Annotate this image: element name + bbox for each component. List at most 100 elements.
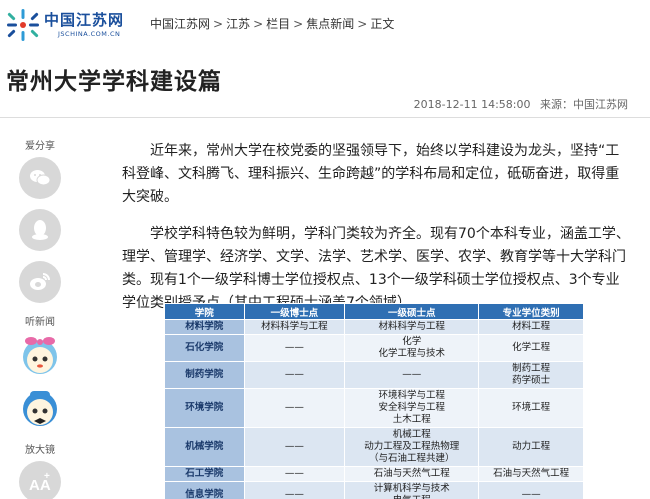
table-cell-master-line: 动力工程及工程热物理 [364, 441, 460, 452]
table-cell-college: 石工学院 [164, 466, 245, 482]
table-cell-college: 信息学院 [164, 481, 245, 499]
table-cell-phd: —— [243, 361, 346, 389]
table-cell-phd-line: —— [284, 402, 304, 413]
table-cell-college-line: 材料学院 [185, 321, 224, 332]
table-cell-master-line: 化学工程与技术 [378, 348, 445, 359]
table-cell-prof-line: 环境工程 [512, 402, 551, 413]
female-avatar-icon [23, 337, 57, 374]
breadcrumb-home[interactable]: 中国江苏网 [150, 17, 210, 31]
breadcrumb-column[interactable]: 栏目 [266, 17, 290, 31]
table-cell-master-line: 计算机科学与技术 [373, 483, 450, 494]
table-row: 材料学院 材料科学与工程 材料科学与工程 材料工程 [164, 319, 584, 335]
table-cell-master-line: （与石油工程共建） [368, 453, 455, 464]
breadcrumb: 中国江苏网 > 江苏 > 栏目 > 焦点新闻 > 正文 [150, 17, 395, 31]
table-cell-prof-line: 化学工程 [512, 342, 551, 353]
table-cell-master-line: 土木工程 [392, 414, 431, 425]
table-cell-prof-line: —— [521, 489, 541, 499]
table-cell-college-line: 环境学院 [185, 402, 224, 413]
table-cell-phd: —— [243, 334, 346, 362]
discipline-table: 学院 一级博士点 一级硕士点 专业学位类别 材料学院 材料科学与工程 材料科学与工程… [164, 303, 584, 499]
listen-male-voice-button[interactable] [18, 387, 62, 431]
share-sidebar: 爱分享 听新闻 放大镜 AA + [12, 135, 68, 499]
breadcrumb-focus-news[interactable]: 焦点新闻 [306, 17, 354, 31]
table-row: 石工学院 —— 石油与天然气工程 石油与天然气工程 [164, 466, 584, 482]
wechat-share-button[interactable] [19, 157, 61, 199]
title-divider [0, 117, 650, 118]
table-row: 制药学院 —— —— 制药工程 药学硕士 [164, 361, 584, 389]
table-row: 石化学院 —— 化学 化学工程与技术 化学工程 [164, 334, 584, 362]
breadcrumb-jiangsu[interactable]: 江苏 [226, 17, 250, 31]
table-cell-college: 环境学院 [164, 388, 245, 428]
logo-text: 中国江苏网 [44, 11, 125, 29]
table-cell-phd: —— [243, 388, 346, 428]
table-cell-prof-line: 动力工程 [512, 441, 551, 452]
table-cell-master: 材料科学与工程 [344, 319, 480, 335]
table-cell-phd: —— [243, 427, 346, 467]
svg-text:+: + [44, 471, 50, 482]
table-cell-prof: 制药工程 药学硕士 [478, 361, 584, 389]
table-cell-phd: —— [243, 466, 346, 482]
table-cell-prof: 环境工程 [478, 388, 584, 428]
table-cell-master: 环境科学与工程 安全科学与工程 土木工程 [344, 388, 480, 428]
table-cell-phd-line: —— [284, 489, 304, 499]
weibo-share-button[interactable] [19, 261, 61, 303]
table-cell-college-line: 石化学院 [185, 342, 224, 353]
article-body: 近年来，常州大学在校党委的坚强领导下，始终以学科建设为龙头，坚持“工科登峰、文科… [122, 140, 632, 329]
male-avatar-icon [23, 391, 57, 426]
table-cell-master-line: 机械工程 [392, 429, 431, 440]
article-datetime: 2018-12-11 14:58:00 [413, 98, 531, 111]
logo-mark-icon [7, 9, 39, 41]
table-cell-college-line: 石工学院 [185, 468, 224, 479]
table-row: 环境学院 —— 环境科学与工程 安全科学与工程 土木工程 环境工程 [164, 388, 584, 428]
table-cell-prof: 动力工程 [478, 427, 584, 467]
table-cell-master-line: —— [402, 369, 422, 380]
table-cell-master: 计算机科学与技术电气工程 [344, 481, 480, 499]
table-cell-prof: 化学工程 [478, 334, 584, 362]
table-cell-master-line: 电气工程 [347, 495, 476, 499]
table-cell-phd-line: —— [284, 342, 304, 353]
site-logo[interactable]: 中国江苏网 JSCHINA.COM.CN [6, 6, 136, 44]
table-cell-prof-line: 材料工程 [512, 321, 551, 332]
table-cell-phd-line: —— [284, 441, 304, 452]
article-title: 常州大学学科建设篇 [6, 69, 222, 95]
table-cell-master: 化学 化学工程与技术 [344, 334, 480, 362]
breadcrumb-current: 正文 [370, 17, 395, 31]
weibo-icon [30, 273, 50, 290]
article-paragraph: 学校学科特色较为鲜明，学科门类较为齐全。现有70个本科专业，涵盖工学、理学、管理… [122, 226, 630, 311]
wechat-icon [30, 170, 51, 186]
table-cell-prof-line: 药学硕士 [512, 375, 551, 386]
table-cell-master-line: 石油与天然气工程 [373, 468, 450, 479]
qq-share-button[interactable] [19, 209, 61, 251]
table-row: 信息学院 —— 计算机科学与技术电气工程 —— [164, 481, 584, 499]
table-header-prof: 专业学位类别 [478, 303, 584, 320]
table-cell-master-line: 环境科学与工程 [378, 390, 445, 401]
table-cell-college: 机械学院 [164, 427, 245, 467]
table-cell-college: 材料学院 [164, 319, 245, 335]
table-cell-college-line: 信息学院 [185, 489, 224, 499]
table-cell-prof-line: 制药工程 [512, 363, 551, 374]
font-size-label: 放大镜 [25, 445, 55, 456]
table-cell-phd-line: —— [284, 468, 304, 479]
article-meta: 2018-12-11 14:58:00 来源：中国江苏网 [408, 96, 628, 112]
article-source: 来源：中国江苏网 [540, 98, 628, 111]
table-cell-master: 石油与天然气工程 [344, 466, 480, 482]
table-header-master: 一级硕士点 [344, 303, 480, 320]
share-label: 爱分享 [25, 141, 55, 152]
table-cell-master: 机械工程 动力工程及工程热物理 （与石油工程共建） [344, 427, 480, 467]
table-cell-phd-line: 材料科学与工程 [261, 321, 328, 332]
table-header-college: 学院 [164, 303, 245, 320]
table-cell-prof: 石油与天然气工程 [478, 466, 584, 482]
table-cell-college-line: 制药学院 [185, 369, 224, 380]
table-cell-master-line: 安全科学与工程 [378, 402, 445, 413]
table-cell-master: —— [344, 361, 480, 389]
table-cell-college: 石化学院 [164, 334, 245, 362]
table-cell-master-line: 材料科学与工程 [378, 321, 445, 332]
qq-penguin-icon [32, 220, 48, 240]
table-cell-prof-line: 石油与天然气工程 [493, 468, 570, 479]
table-header-row: 学院 一级博士点 一级硕士点 专业学位类别 [164, 303, 584, 320]
listen-label: 听新闻 [25, 317, 55, 328]
font-enlarge-button[interactable]: AA + [19, 461, 61, 499]
table-cell-prof: —— [478, 481, 584, 499]
listen-female-voice-button[interactable] [18, 333, 62, 377]
article-paragraph: 近年来，常州大学在校党委的坚强领导下，始终以学科建设为龙头，坚持“工科登峰、文科… [122, 143, 620, 205]
